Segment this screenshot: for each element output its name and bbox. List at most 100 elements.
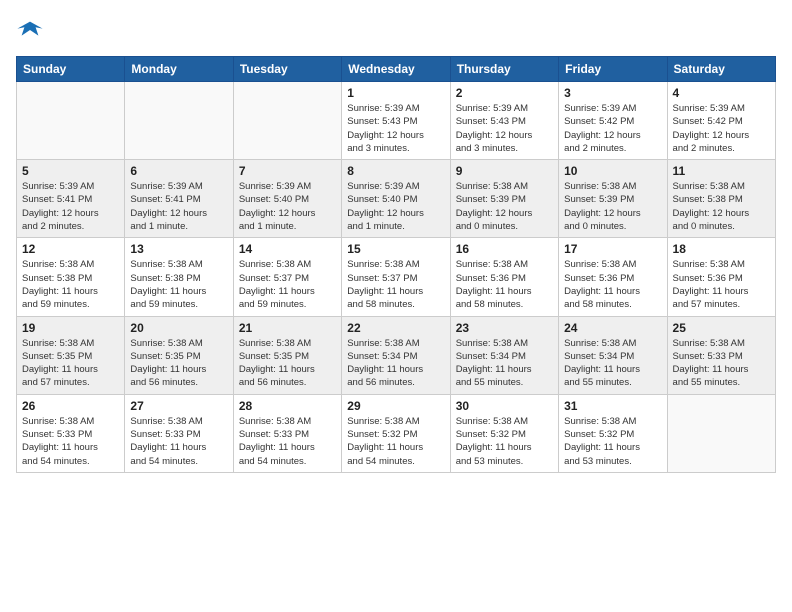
day-info: Sunrise: 5:38 AM Sunset: 5:39 PM Dayligh…: [564, 180, 661, 233]
day-number: 17: [564, 242, 661, 256]
calendar-cell: [667, 394, 775, 472]
day-number: 30: [456, 399, 553, 413]
calendar-weekday-header: Monday: [125, 57, 233, 82]
day-number: 15: [347, 242, 444, 256]
day-number: 18: [673, 242, 770, 256]
day-number: 24: [564, 321, 661, 335]
calendar-cell: 9 Sunrise: 5:38 AM Sunset: 5:39 PM Daylig…: [450, 160, 558, 238]
logo: [16, 16, 48, 44]
day-info: Sunrise: 5:38 AM Sunset: 5:35 PM Dayligh…: [22, 337, 119, 390]
day-info: Sunrise: 5:38 AM Sunset: 5:32 PM Dayligh…: [456, 415, 553, 468]
calendar-cell: 3Sunrise: 5:39 AM Sunset: 5:42 PM Daylig…: [559, 82, 667, 160]
day-info: Sunrise: 5:38 AM Sunset: 5:34 PM Dayligh…: [456, 337, 553, 390]
day-number: 2: [456, 86, 553, 100]
day-number: 11: [673, 164, 770, 178]
day-info: Sunrise: 5:38 AM Sunset: 5:38 PM Dayligh…: [673, 180, 770, 233]
day-info: Sunrise: 5:39 AM Sunset: 5:43 PM Dayligh…: [456, 102, 553, 155]
day-number: 13: [130, 242, 227, 256]
day-info: Sunrise: 5:38 AM Sunset: 5:33 PM Dayligh…: [673, 337, 770, 390]
day-number: 7: [239, 164, 336, 178]
day-number: 20: [130, 321, 227, 335]
day-number: 19: [22, 321, 119, 335]
day-info: Sunrise: 5:38 AM Sunset: 5:36 PM Dayligh…: [564, 258, 661, 311]
day-info: Sunrise: 5:39 AM Sunset: 5:40 PM Dayligh…: [347, 180, 444, 233]
day-number: 9: [456, 164, 553, 178]
calendar-cell: 5 Sunrise: 5:39 AM Sunset: 5:41 PM Daylig…: [17, 160, 125, 238]
calendar-cell: 19 Sunrise: 5:38 AM Sunset: 5:35 PM Dayli…: [17, 316, 125, 394]
calendar-cell: 4Sunrise: 5:39 AM Sunset: 5:42 PM Daylig…: [667, 82, 775, 160]
day-number: 6: [130, 164, 227, 178]
day-info: Sunrise: 5:38 AM Sunset: 5:39 PM Dayligh…: [456, 180, 553, 233]
day-number: 5: [22, 164, 119, 178]
day-info: Sunrise: 5:39 AM Sunset: 5:42 PM Dayligh…: [673, 102, 770, 155]
day-info: Sunrise: 5:38 AM Sunset: 5:34 PM Dayligh…: [347, 337, 444, 390]
day-number: 31: [564, 399, 661, 413]
day-info: Sunrise: 5:38 AM Sunset: 5:38 PM Dayligh…: [22, 258, 119, 311]
calendar-cell: 22 Sunrise: 5:38 AM Sunset: 5:34 PM Dayli…: [342, 316, 450, 394]
calendar-cell: 26 Sunrise: 5:38 AM Sunset: 5:33 PM Dayli…: [17, 394, 125, 472]
calendar-cell: 31Sunrise: 5:38 AM Sunset: 5:32 PM Dayli…: [559, 394, 667, 472]
day-number: 21: [239, 321, 336, 335]
day-number: 14: [239, 242, 336, 256]
day-info: Sunrise: 5:39 AM Sunset: 5:40 PM Dayligh…: [239, 180, 336, 233]
day-number: 8: [347, 164, 444, 178]
day-number: 1: [347, 86, 444, 100]
calendar-cell: 8 Sunrise: 5:39 AM Sunset: 5:40 PM Daylig…: [342, 160, 450, 238]
day-info: Sunrise: 5:38 AM Sunset: 5:33 PM Dayligh…: [130, 415, 227, 468]
day-number: 22: [347, 321, 444, 335]
calendar-week-row: 5 Sunrise: 5:39 AM Sunset: 5:41 PM Daylig…: [17, 160, 776, 238]
day-info: Sunrise: 5:39 AM Sunset: 5:41 PM Dayligh…: [22, 180, 119, 233]
day-info: Sunrise: 5:38 AM Sunset: 5:35 PM Dayligh…: [239, 337, 336, 390]
day-number: 26: [22, 399, 119, 413]
day-number: 12: [22, 242, 119, 256]
calendar-cell: 7 Sunrise: 5:39 AM Sunset: 5:40 PM Daylig…: [233, 160, 341, 238]
calendar-cell: 23Sunrise: 5:38 AM Sunset: 5:34 PM Dayli…: [450, 316, 558, 394]
day-info: Sunrise: 5:38 AM Sunset: 5:32 PM Dayligh…: [347, 415, 444, 468]
calendar-weekday-header: Saturday: [667, 57, 775, 82]
calendar-cell: 10 Sunrise: 5:38 AM Sunset: 5:39 PM Dayli…: [559, 160, 667, 238]
calendar-weekday-header: Friday: [559, 57, 667, 82]
day-number: 28: [239, 399, 336, 413]
day-number: 29: [347, 399, 444, 413]
calendar-table: SundayMondayTuesdayWednesdayThursdayFrid…: [16, 56, 776, 473]
calendar-week-row: 1 Sunrise: 5:39 AM Sunset: 5:43 PM Daylig…: [17, 82, 776, 160]
day-info: Sunrise: 5:38 AM Sunset: 5:37 PM Dayligh…: [239, 258, 336, 311]
day-info: Sunrise: 5:38 AM Sunset: 5:33 PM Dayligh…: [239, 415, 336, 468]
calendar-cell: [233, 82, 341, 160]
calendar-cell: 25Sunrise: 5:38 AM Sunset: 5:33 PM Dayli…: [667, 316, 775, 394]
day-number: 3: [564, 86, 661, 100]
calendar-cell: 28 Sunrise: 5:38 AM Sunset: 5:33 PM Dayli…: [233, 394, 341, 472]
calendar-cell: 17 Sunrise: 5:38 AM Sunset: 5:36 PM Dayli…: [559, 238, 667, 316]
calendar-week-row: 19 Sunrise: 5:38 AM Sunset: 5:35 PM Dayli…: [17, 316, 776, 394]
calendar-cell: 30 Sunrise: 5:38 AM Sunset: 5:32 PM Dayli…: [450, 394, 558, 472]
calendar-weekday-header: Tuesday: [233, 57, 341, 82]
calendar-cell: 24 Sunrise: 5:38 AM Sunset: 5:34 PM Dayli…: [559, 316, 667, 394]
day-info: Sunrise: 5:38 AM Sunset: 5:36 PM Dayligh…: [456, 258, 553, 311]
day-number: 16: [456, 242, 553, 256]
calendar-header-row: SundayMondayTuesdayWednesdayThursdayFrid…: [17, 57, 776, 82]
day-info: Sunrise: 5:39 AM Sunset: 5:43 PM Dayligh…: [347, 102, 444, 155]
day-info: Sunrise: 5:39 AM Sunset: 5:41 PM Dayligh…: [130, 180, 227, 233]
calendar-cell: 20Sunrise: 5:38 AM Sunset: 5:35 PM Dayli…: [125, 316, 233, 394]
calendar-cell: 2 Sunrise: 5:39 AM Sunset: 5:43 PM Daylig…: [450, 82, 558, 160]
calendar-cell: 14 Sunrise: 5:38 AM Sunset: 5:37 PM Dayli…: [233, 238, 341, 316]
calendar-weekday-header: Thursday: [450, 57, 558, 82]
calendar-cell: [17, 82, 125, 160]
calendar-cell: 1 Sunrise: 5:39 AM Sunset: 5:43 PM Daylig…: [342, 82, 450, 160]
calendar-cell: 15 Sunrise: 5:38 AM Sunset: 5:37 PM Dayli…: [342, 238, 450, 316]
calendar-cell: 18Sunrise: 5:38 AM Sunset: 5:36 PM Dayli…: [667, 238, 775, 316]
calendar-cell: 16 Sunrise: 5:38 AM Sunset: 5:36 PM Dayli…: [450, 238, 558, 316]
calendar-week-row: 12 Sunrise: 5:38 AM Sunset: 5:38 PM Dayli…: [17, 238, 776, 316]
calendar-weekday-header: Wednesday: [342, 57, 450, 82]
calendar-cell: 6 Sunrise: 5:39 AM Sunset: 5:41 PM Daylig…: [125, 160, 233, 238]
day-info: Sunrise: 5:38 AM Sunset: 5:37 PM Dayligh…: [347, 258, 444, 311]
calendar-cell: 21 Sunrise: 5:38 AM Sunset: 5:35 PM Dayli…: [233, 316, 341, 394]
calendar-week-row: 26 Sunrise: 5:38 AM Sunset: 5:33 PM Dayli…: [17, 394, 776, 472]
day-info: Sunrise: 5:38 AM Sunset: 5:34 PM Dayligh…: [564, 337, 661, 390]
calendar-cell: [125, 82, 233, 160]
logo-bird-icon: [16, 16, 44, 44]
day-number: 10: [564, 164, 661, 178]
calendar-weekday-header: Sunday: [17, 57, 125, 82]
calendar-cell: 29 Sunrise: 5:38 AM Sunset: 5:32 PM Dayli…: [342, 394, 450, 472]
day-info: Sunrise: 5:38 AM Sunset: 5:33 PM Dayligh…: [22, 415, 119, 468]
